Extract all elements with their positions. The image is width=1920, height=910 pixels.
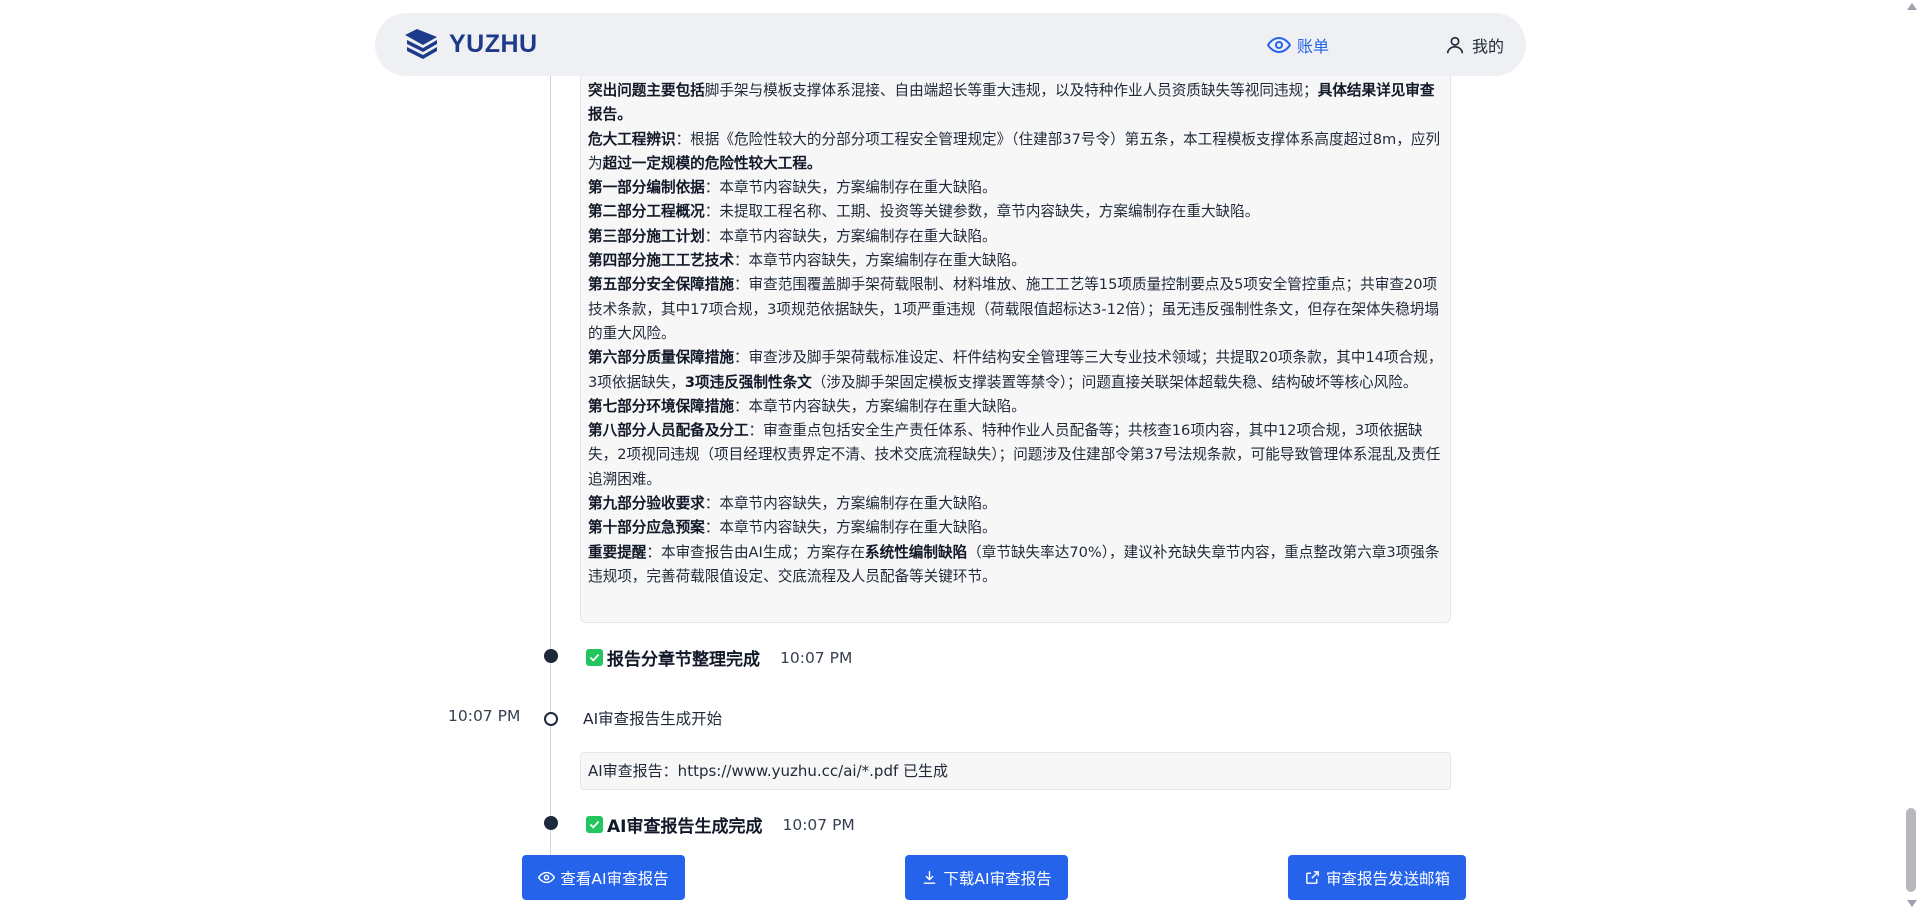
download-report-label: 下载AI审查报告 [943, 869, 1052, 888]
summary-bold-text: 第一部分编制依据 [588, 179, 705, 197]
summary-paragraph: 突出问题主要包括脚手架与模板支撑体系混接、自由端超长等重大违规，以及特种作业人员… [588, 79, 1443, 128]
summary-paragraph: 第一部分编制依据：本章节内容缺失，方案编制存在重大缺陷。 [588, 176, 1443, 200]
user-icon [1446, 36, 1464, 54]
summary-paragraph: 第七部分环境保障措施：本章节内容缺失，方案编制存在重大缺陷。 [588, 395, 1443, 419]
summary-text: ：本章节内容缺失，方案编制存在重大缺陷。 [733, 397, 1026, 415]
summary-paragraph: 第四部分施工工艺技术：本章节内容缺失，方案编制存在重大缺陷。 [588, 249, 1443, 273]
checkbox-checked-icon [586, 816, 603, 833]
review-summary: 突出问题主要包括脚手架与模板支撑体系混接、自由端超长等重大违规，以及特种作业人员… [580, 76, 1451, 623]
nav-mine-label: 我的 [1472, 37, 1505, 56]
summary-text: ：本审查报告由AI生成；方案存在 [646, 543, 865, 561]
download-report-button[interactable]: 下载AI审查报告 [905, 855, 1068, 900]
summary-bold-text: 第七部分环境保障措施 [588, 397, 734, 415]
summary-paragraph: 第三部分施工计划：本章节内容缺失，方案编制存在重大缺陷。 [588, 225, 1443, 249]
summary-paragraph: 第六部分质量保障措施：审查涉及脚手架荷载标准设定、杆件结构安全管理等三大专业技术… [588, 346, 1443, 395]
summary-bold-text: 第三部分施工计划 [588, 227, 705, 245]
step-time: 10:07 PM [780, 648, 853, 667]
download-icon [924, 871, 936, 884]
logo[interactable]: YUZHU [403, 27, 538, 61]
summary-text: ：未提取工程名称、工期、投资等关键参数，章节内容缺失，方案编制存在重大缺陷。 [704, 203, 1260, 221]
summary-paragraph: 第八部分人员配备及分工：审查重点包括安全生产责任体系、特种作业人员配备等；共核查… [588, 419, 1443, 492]
brand-name: YUZHU [449, 29, 538, 58]
summary-text: ：本章节内容缺失，方案编制存在重大缺陷。 [704, 227, 997, 245]
summary-paragraph: 第九部分验收要求：本章节内容缺失，方案编制存在重大缺陷。 [588, 492, 1443, 516]
send-email-label: 审查报告发送邮箱 [1325, 869, 1450, 888]
summary-paragraph: 第十部分应急预案：本章节内容缺失，方案编制存在重大缺陷。 [588, 516, 1443, 540]
timeline-left-time: 10:07 PM [448, 707, 521, 725]
timeline-dot-completed [544, 649, 558, 663]
summary-bold-text: 第八部分人员配备及分工 [588, 422, 749, 440]
summary-text: ：本章节内容缺失，方案编制存在重大缺陷。 [733, 252, 1026, 270]
summary-paragraph: 重要提醒：本审查报告由AI生成；方案存在系统性编制缺陷（章节缺失率达70%），建… [588, 541, 1443, 590]
nav-mine-link[interactable]: 我的 [1444, 33, 1504, 57]
summary-bold-text: 第二部分工程概况 [588, 203, 705, 221]
layers-logo-icon [405, 29, 437, 59]
summary-bold-text: 3项违反强制性条文 [684, 373, 812, 391]
timeline-step-sections-done: 报告分章节整理完成 10:07 PM [586, 645, 852, 670]
summary-text: ：本章节内容缺失，方案编制存在重大缺陷。 [704, 519, 997, 537]
timeline-step-report-done: AI审查报告生成完成 10:07 PM [586, 812, 855, 837]
timeline-dot-pending [544, 712, 558, 726]
summary-bold-text: 超过一定规模的危险性较大工程。 [602, 154, 822, 172]
summary-bold-text: 第十部分应急预案 [588, 519, 705, 537]
step-title: AI审查报告生成完成 [607, 817, 763, 837]
nav-bill-label: 账单 [1297, 37, 1330, 56]
timeline-line [550, 76, 551, 856]
nav-bill-link[interactable]: 账单 [1267, 33, 1329, 57]
eye-icon [1267, 36, 1291, 54]
top-navbar: YUZHU 账单 我的 [375, 13, 1526, 76]
scroll-down-arrow-icon[interactable] [1907, 900, 1917, 907]
summary-bold-text: 危大工程辨识 [588, 130, 676, 148]
step-title: 报告分章节整理完成 [607, 650, 760, 670]
summary-bold-text: 第四部分施工工艺技术 [588, 252, 734, 270]
summary-text: 脚手架与模板支撑体系混接、自由端超长等重大违规，以及特种作业人员资质缺失等视同违… [704, 82, 1318, 99]
view-report-button[interactable]: 查看AI审查报告 [522, 855, 685, 900]
summary-bold-text: 第六部分质量保障措施 [588, 349, 734, 367]
step-time: 10:07 PM [782, 815, 855, 834]
eye-icon [538, 871, 556, 884]
timeline-dot-completed [544, 816, 558, 830]
view-report-label: 查看AI审查报告 [560, 869, 669, 888]
summary-bold-text: 第九部分验收要求 [588, 495, 705, 513]
summary-bold-text: 系统性编制缺陷 [865, 543, 968, 561]
summary-paragraph: 第二部分工程概况：未提取工程名称、工期、投资等关键参数，章节内容缺失，方案编制存… [588, 200, 1443, 224]
summary-text: ：本章节内容缺失，方案编制存在重大缺陷。 [704, 179, 997, 197]
summary-text: ：本章节内容缺失，方案编制存在重大缺陷。 [704, 495, 997, 513]
send-email-button[interactable]: 审查报告发送邮箱 [1288, 855, 1466, 900]
timeline-step-start: AI审查报告生成开始 [583, 710, 723, 728]
summary-paragraph: 第五部分安全保障措施：审查范围覆盖脚手架荷载限制、材料堆放、施工工艺等15项质量… [588, 273, 1443, 346]
scroll-thumb[interactable] [1906, 808, 1916, 892]
external-link-icon [1306, 871, 1319, 884]
summary-paragraph: 危大工程辨识：根据《危险性较大的分部分项工程安全管理规定》（住建部37号令）第五… [588, 128, 1443, 177]
scroll-up-arrow-icon[interactable] [1907, 3, 1917, 10]
checkbox-checked-icon [586, 649, 603, 666]
summary-text: （涉及脚手架固定模板支撑装置等禁令）；问题直接关联架体超载失稳、结构破坏等核心风… [811, 373, 1418, 391]
page-scrollbar[interactable] [1903, 0, 1920, 910]
report-link-box: AI审查报告：https://www.yuzhu.cc/ai/*.pdf 已生成 [580, 752, 1451, 790]
summary-bold-text: 突出问题主要包括 [588, 82, 705, 99]
summary-bold-text: 重要提醒 [588, 543, 647, 561]
summary-bold-text: 第五部分安全保障措施 [588, 276, 734, 294]
